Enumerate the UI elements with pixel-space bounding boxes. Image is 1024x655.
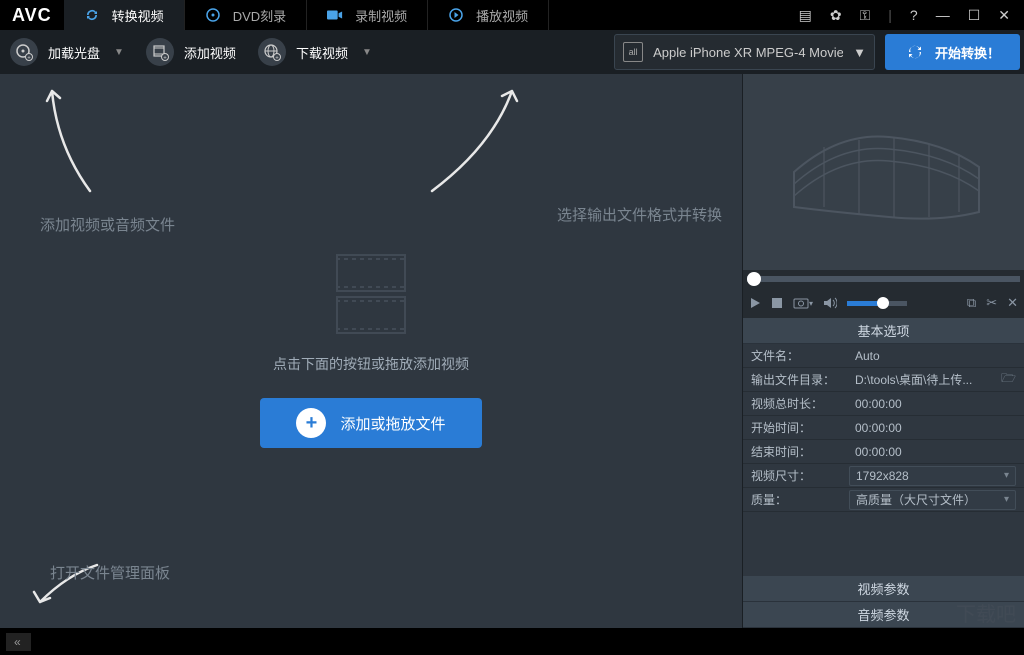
playback-controls: ▾ ⧉ ✂ ✕ [743, 288, 1024, 318]
chevron-down-icon: ▼ [362, 47, 372, 58]
timeline-thumb[interactable] [747, 272, 761, 286]
film-placeholder-icon [336, 254, 406, 334]
refresh-icon [905, 42, 925, 62]
gear-icon[interactable]: ✿ [826, 5, 846, 26]
svg-text:+: + [27, 56, 31, 62]
button-label: 下载视频 [296, 43, 348, 62]
snapshot-button[interactable]: ▾ [793, 297, 813, 309]
button-label: 加载光盘 [48, 43, 100, 62]
hint-arrow-icon [42, 86, 102, 196]
basic-options-header: 基本选项 [743, 318, 1024, 344]
right-panel: ▾ ⧉ ✂ ✕ 基本选项 文件名： Auto 输出文件目录： D:\tools\… [742, 74, 1024, 628]
prop-start-time: 开始时间： 00:00:00 [743, 416, 1024, 440]
all-formats-icon: all [623, 42, 643, 62]
start-convert-button[interactable]: 开始转换！ [885, 34, 1020, 70]
drop-hint: 点击下面的按钮或拖放添加视频 [273, 354, 469, 374]
separator: | [884, 5, 896, 25]
menu-icon[interactable]: ▤ [795, 5, 816, 26]
tab-dvd-burn[interactable]: DVD刻录 [185, 0, 307, 30]
camera-icon [327, 7, 343, 23]
crop-icon[interactable]: ✕ [1007, 295, 1018, 311]
chevron-down-icon: ▾ [1004, 494, 1009, 505]
minimize-icon[interactable]: — [932, 5, 954, 25]
playback-timeline[interactable] [743, 270, 1024, 288]
filmreel-placeholder-icon [779, 112, 989, 232]
close-icon[interactable]: ✕ [994, 5, 1014, 26]
disc-icon [205, 7, 221, 23]
prop-output-dir: 输出文件目录： D:\tools\桌面\待上传...🗁 [743, 368, 1024, 392]
tab-label: 转换视频 [112, 6, 164, 25]
volume-slider[interactable] [847, 301, 907, 306]
hint-add-media: 添加视频或音频文件 [40, 214, 175, 235]
disc-add-icon: + [10, 38, 38, 66]
hint-arrow-icon [422, 86, 522, 196]
globe-add-icon: + [258, 38, 286, 66]
hint-choose-format: 选择输出文件格式并转换 [557, 204, 722, 225]
hint-open-panel: 打开文件管理面板 [50, 562, 170, 583]
drop-zone[interactable]: 添加视频或音频文件 选择输出文件格式并转换 打开文件管理面板 点击下面的按钮或拖… [0, 74, 742, 628]
play-button[interactable] [749, 297, 761, 309]
prop-total-duration: 视频总时长： 00:00:00 [743, 392, 1024, 416]
chevron-down-icon: ▾ [1004, 470, 1009, 481]
link-icon[interactable]: ⧉ [967, 295, 976, 311]
tab-label: DVD刻录 [233, 6, 286, 25]
prop-filename: 文件名： Auto [743, 344, 1024, 368]
play-circle-icon [448, 7, 464, 23]
tab-label: 播放视频 [476, 6, 528, 25]
window-controls: ▤ ✿ ⚿ | ? — ☐ ✕ [795, 5, 1024, 26]
tab-play-video[interactable]: 播放视频 [428, 0, 549, 30]
button-label: 开始转换！ [935, 43, 1000, 62]
button-label: 添加视频 [184, 43, 236, 62]
svg-text:+: + [163, 56, 167, 62]
chevron-down-icon: ▼ [853, 45, 866, 60]
button-label: 添加或拖放文件 [340, 413, 445, 434]
add-file-button[interactable]: + 添加或拖放文件 [260, 398, 481, 448]
toolbar: + 加载光盘 ▼ + 添加视频 + 下载视频 ▼ all Apple iPhon… [0, 30, 1024, 74]
key-icon[interactable]: ⚿ [856, 5, 875, 26]
preview-area [743, 74, 1024, 270]
browse-folder-icon[interactable]: 🗁 [1001, 369, 1016, 390]
prop-video-size[interactable]: 视频尺寸： 1792x828▾ [743, 464, 1024, 488]
footer: « [0, 628, 1024, 655]
stop-button[interactable] [771, 297, 783, 309]
output-profile-select[interactable]: all Apple iPhone XR MPEG-4 Movie (*.m...… [614, 34, 875, 70]
titlebar: AVC 转换视频 DVD刻录 录制视频 播放视频 ▤ ✿ ⚿ | ? — ☐ ✕ [0, 0, 1024, 30]
tab-record-video[interactable]: 录制视频 [307, 0, 428, 30]
audio-params-button[interactable]: 音频参数 [743, 602, 1024, 628]
svg-text:+: + [275, 56, 279, 62]
download-video-button[interactable]: + 下载视频 ▼ [252, 34, 386, 70]
video-params-button[interactable]: 视频参数 [743, 576, 1024, 602]
plus-icon: + [296, 408, 326, 438]
prop-quality[interactable]: 质量： 高质量（大尺寸文件）▾ [743, 488, 1024, 512]
cut-icon[interactable]: ✂ [986, 295, 997, 311]
film-add-icon: + [146, 38, 174, 66]
load-disc-button[interactable]: + 加载光盘 ▼ [4, 34, 138, 70]
main-area: 添加视频或音频文件 选择输出文件格式并转换 打开文件管理面板 点击下面的按钮或拖… [0, 74, 1024, 628]
refresh-icon [84, 7, 100, 23]
main-tabs: 转换视频 DVD刻录 录制视频 播放视频 [64, 0, 795, 30]
tab-label: 录制视频 [355, 6, 407, 25]
add-video-button[interactable]: + 添加视频 [140, 34, 250, 70]
volume-icon[interactable] [823, 297, 837, 309]
app-logo: AVC [0, 5, 64, 26]
profile-label: Apple iPhone XR MPEG-4 Movie (*.m... [653, 45, 843, 60]
help-icon[interactable]: ? [906, 5, 922, 25]
prop-end-time: 结束时间： 00:00:00 [743, 440, 1024, 464]
maximize-icon[interactable]: ☐ [964, 5, 985, 26]
expand-panel-button[interactable]: « [6, 633, 31, 651]
chevron-down-icon: ▼ [114, 47, 124, 58]
tab-convert-video[interactable]: 转换视频 [64, 0, 185, 30]
